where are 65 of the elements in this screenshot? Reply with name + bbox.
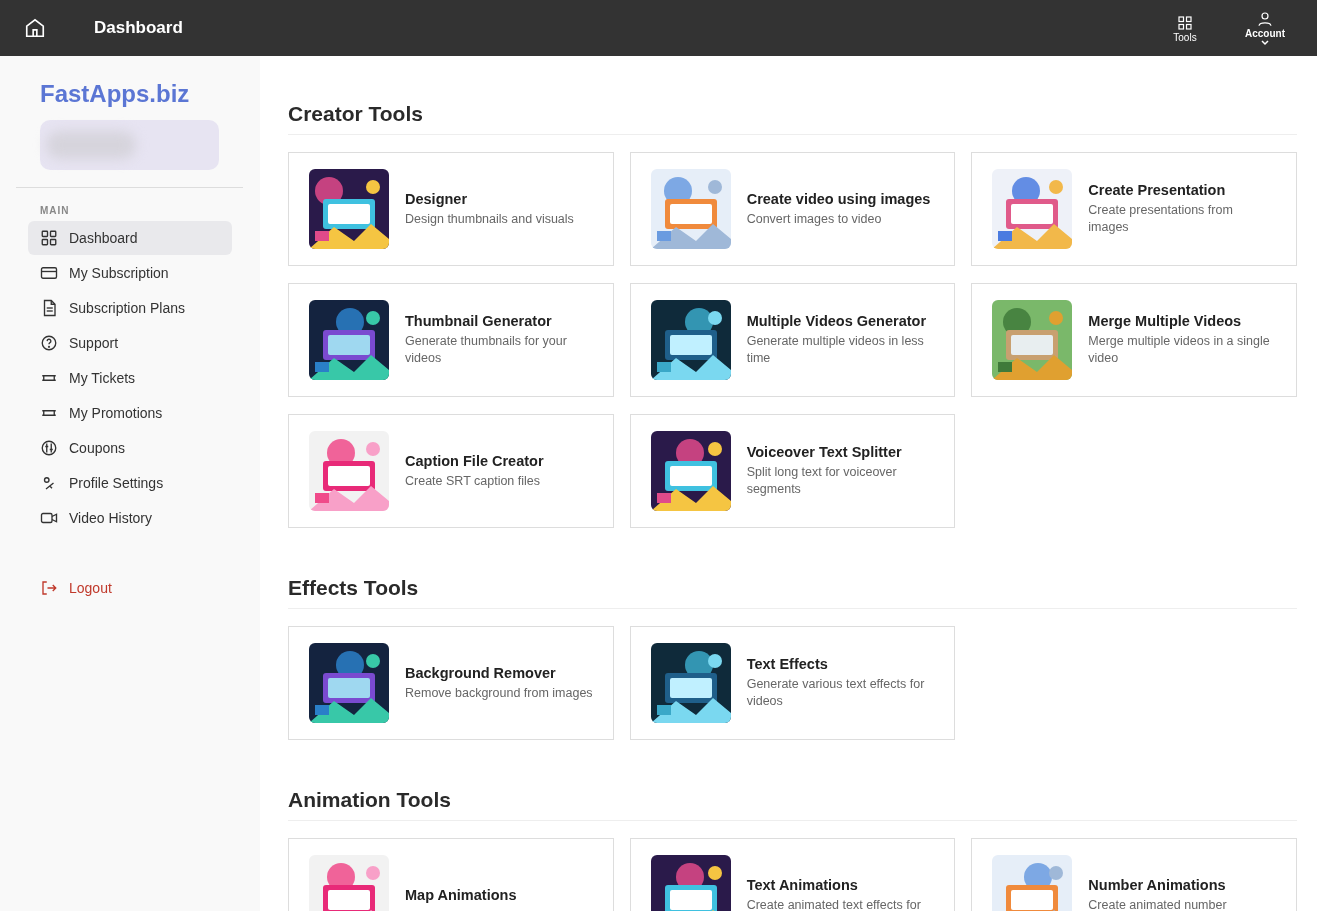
tool-card[interactable]: Background Remover Remove background from images	[288, 626, 614, 740]
card-icon	[40, 264, 58, 282]
tool-description: Merge multiple videos in a single video	[1088, 333, 1271, 367]
tool-title: Caption File Creator	[405, 452, 544, 469]
sidebar-item[interactable]: Video History	[28, 501, 232, 535]
page-title: Dashboard	[94, 18, 183, 38]
help-icon	[40, 334, 58, 352]
tool-description: Create presentations from images	[1088, 202, 1234, 236]
user-icon	[1256, 9, 1274, 28]
tool-description: Generate various text effects for videos	[746, 676, 926, 710]
tool-title: Number Animations	[1088, 876, 1226, 893]
tool-card[interactable]: Create video using images Convert images to video	[629, 152, 956, 266]
grid-icon	[40, 229, 58, 247]
tool-title: Designer	[405, 190, 468, 207]
tool-title: Create video using images	[746, 190, 931, 207]
tool-card[interactable]: Create Presentation Create presentations from images	[971, 152, 1297, 266]
tool-title: Thumbnail Generator	[405, 313, 552, 329]
tool-title: Merge Multiple Videos	[1088, 313, 1242, 329]
tool-description: Create animated text effects for	[746, 896, 921, 911]
tool-card[interactable]: Caption File Creator Create SRT caption files	[288, 414, 614, 528]
tool-title: Create Presentation	[1088, 182, 1226, 198]
sidebar-item[interactable]: Coupons	[28, 431, 232, 465]
sidebar-item[interactable]: Support	[28, 326, 232, 360]
logout-icon	[40, 579, 58, 597]
tool-title: Background Remover	[405, 664, 556, 681]
section-heading: Creator Tools	[288, 102, 423, 126]
tool-description: Create animated number	[1088, 896, 1227, 911]
tool-card[interactable]: Text Effects Generate various text effects for videos	[629, 626, 956, 740]
grid-icon	[1176, 13, 1194, 32]
coupon-icon	[40, 439, 58, 457]
tools-button[interactable]: Tools	[1155, 13, 1215, 43]
account-button[interactable]: Account	[1235, 9, 1295, 47]
tool-card[interactable]: Map Animations	[288, 838, 614, 911]
tool-title: Map Animations	[405, 887, 517, 903]
logout-link[interactable]: Logout	[40, 579, 112, 597]
tool-description: Generate multiple videos in less time	[746, 333, 925, 367]
section-label: MAIN	[40, 205, 70, 216]
tool-description: Design thumbnails and visuals	[405, 210, 574, 228]
sidebar-item[interactable]: My Promotions	[28, 396, 232, 430]
sidebar-item[interactable]: Subscription Plans	[28, 291, 232, 325]
sidebar-item[interactable]: My Subscription	[28, 256, 232, 290]
chevron-down-icon	[1260, 38, 1270, 47]
sidebar-item[interactable]: My Tickets	[28, 361, 232, 395]
sidebar-item[interactable]: Profile Settings	[28, 466, 232, 500]
section-heading: Effects Tools	[288, 576, 419, 600]
tool-description: Create SRT caption files	[405, 472, 541, 490]
tool-card[interactable]: Merge Multiple Videos Merge multiple videos in a single video	[971, 283, 1297, 397]
tool-card[interactable]: Multiple Videos Generator Generate multiple videos in less time	[629, 283, 956, 397]
tool-card[interactable]: Voiceover Text Splitter Split long text for voiceover segments	[629, 414, 956, 528]
tool-title: Voiceover Text Splitter	[746, 444, 902, 460]
tool-description: Split long text for voiceover segments	[746, 464, 898, 498]
tool-card[interactable]: Thumbnail Generator Generate thumbnails for your videos	[288, 283, 614, 397]
tool-title: Text Animations	[746, 876, 858, 893]
tool-title: Text Effects	[746, 656, 828, 672]
tool-card[interactable]: Number Animations Create animated number	[971, 838, 1297, 911]
tool-title: Multiple Videos Generator	[746, 313, 927, 329]
tool-description: Convert images to video	[746, 210, 882, 228]
sidebar-item[interactable]: Dashboard	[28, 221, 232, 255]
brand-logo[interactable]: FastApps.biz	[40, 80, 260, 108]
tool-description: Remove background from images	[405, 684, 593, 702]
tool-card[interactable]: Text Animations Create animated text effects for	[629, 838, 956, 911]
tool-card[interactable]: Designer Design thumbnails and visuals	[288, 152, 614, 266]
tool-description: Generate thumbnails for your videos	[405, 333, 568, 367]
section-heading: Animation Tools	[288, 788, 451, 812]
home-icon[interactable]	[24, 17, 46, 39]
